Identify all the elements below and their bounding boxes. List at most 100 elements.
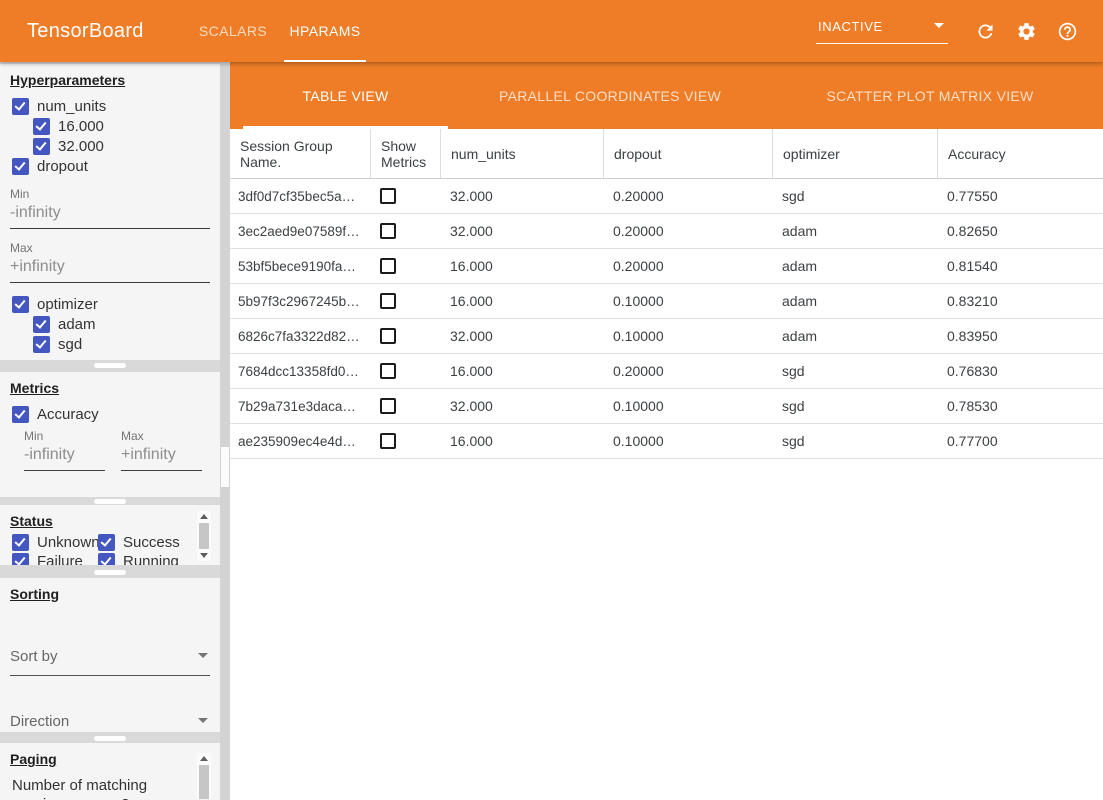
dropout-filter[interactable]: dropout	[12, 157, 220, 175]
accuracy-min-input[interactable]	[24, 443, 105, 471]
tab-table-view[interactable]: TABLE VIEW	[243, 62, 448, 129]
dropout-label: dropout	[37, 158, 88, 175]
sort-by-value: Sort by	[10, 648, 58, 665]
status-unknown-checkbox[interactable]	[12, 534, 29, 551]
cell-num-units: 16.000	[440, 258, 603, 274]
scroll-down-icon[interactable]	[200, 553, 208, 558]
column-header-dropout[interactable]: dropout	[603, 129, 772, 178]
pane-resize-handle[interactable]	[94, 736, 126, 741]
nav-tab-hparams[interactable]: HPARAMS	[280, 0, 370, 62]
sidebar-scrollbar[interactable]	[220, 64, 230, 800]
cell-dropout: 0.10000	[603, 398, 772, 414]
show-metrics-checkbox[interactable]	[380, 328, 396, 344]
table-header-row: Session Group Name. Show Metrics num_uni…	[230, 129, 1103, 179]
dropout-min-input[interactable]	[10, 201, 210, 229]
cell-accuracy: 0.83950	[937, 328, 1103, 344]
pane-resize-handle[interactable]	[94, 363, 126, 368]
accuracy-max-input[interactable]	[121, 443, 202, 471]
status-scrollbar[interactable]	[197, 511, 211, 561]
optimizer-filter[interactable]: optimizer	[12, 295, 220, 313]
status-failure-filter[interactable]: Failure	[12, 552, 98, 565]
show-metrics-checkbox[interactable]	[380, 293, 396, 309]
dropout-min-label: Min	[10, 187, 210, 201]
num-units-16-label: 16.000	[58, 118, 104, 135]
pane-resize-handle[interactable]	[94, 499, 126, 504]
cell-accuracy: 0.83210	[937, 293, 1103, 309]
num-units-16-checkbox[interactable]	[33, 118, 50, 135]
status-running-filter[interactable]: Running	[98, 552, 202, 565]
accuracy-filter[interactable]: Accuracy	[12, 405, 220, 423]
optimizer-checkbox[interactable]	[12, 296, 29, 313]
column-header-show-metrics[interactable]: Show Metrics	[370, 129, 440, 178]
num-units-32-checkbox[interactable]	[33, 138, 50, 155]
table-row: 3df0d7cf35bec5a… 32.000 0.20000 sgd 0.77…	[230, 179, 1103, 214]
cell-dropout: 0.20000	[603, 258, 772, 274]
show-metrics-checkbox[interactable]	[380, 363, 396, 379]
refresh-button[interactable]	[973, 19, 997, 43]
cell-session-group-name: 5b97f3c2967245b…	[230, 294, 370, 309]
scroll-up-icon[interactable]	[200, 756, 208, 761]
tab-scatter-plot-matrix-view[interactable]: SCATTER PLOT MATRIX VIEW	[820, 62, 1040, 129]
num-units-filter[interactable]: num_units	[12, 97, 220, 115]
optimizer-sgd-checkbox[interactable]	[33, 336, 50, 353]
status-running-label: Running	[123, 553, 179, 566]
scrollbar-thumb[interactable]	[221, 447, 229, 487]
show-metrics-checkbox[interactable]	[380, 398, 396, 414]
column-header-num-units[interactable]: num_units	[440, 129, 603, 178]
optimizer-adam-filter[interactable]: adam	[33, 315, 220, 333]
cell-num-units: 16.000	[440, 293, 603, 309]
app-title: TensorBoard	[27, 20, 144, 43]
refresh-icon	[975, 21, 996, 42]
help-button[interactable]	[1055, 19, 1079, 43]
num-units-value-16-filter[interactable]: 16.000	[33, 117, 220, 135]
status-failure-label: Failure	[37, 553, 83, 566]
settings-button[interactable]	[1014, 19, 1038, 43]
nav-tab-scalars[interactable]: SCALARS	[186, 0, 280, 62]
cell-optimizer: adam	[772, 328, 937, 344]
cell-session-group-name: 7b29a731e3daca…	[230, 399, 370, 414]
scroll-up-icon[interactable]	[200, 514, 208, 519]
show-metrics-checkbox[interactable]	[380, 258, 396, 274]
scrollbar-thumb[interactable]	[199, 765, 209, 799]
status-running-checkbox[interactable]	[98, 553, 115, 566]
show-metrics-checkbox[interactable]	[380, 188, 396, 204]
cell-dropout: 0.20000	[603, 188, 772, 204]
num-units-checkbox[interactable]	[12, 98, 29, 115]
scrollbar-thumb[interactable]	[199, 523, 209, 549]
column-header-accuracy[interactable]: Accuracy	[937, 129, 1103, 178]
status-success-filter[interactable]: Success	[98, 533, 202, 551]
cell-dropout: 0.10000	[603, 328, 772, 344]
top-nav-tabs: SCALARS HPARAMS	[186, 0, 370, 62]
direction-select[interactable]: Direction	[10, 709, 210, 732]
status-panel: Status Unknown Success Failure Running	[0, 505, 220, 565]
table-row: 5b97f3c2967245b… 16.000 0.10000 adam 0.8…	[230, 284, 1103, 319]
dropout-max-input[interactable]	[10, 255, 210, 283]
paging-scrollbar[interactable]	[197, 753, 211, 799]
column-header-optimizer[interactable]: optimizer	[772, 129, 937, 178]
num-units-value-32-filter[interactable]: 32.000	[33, 137, 220, 155]
cell-session-group-name: 7684dcc13358fd0…	[230, 364, 370, 379]
sorting-panel: Sorting Sort by Direction	[0, 578, 220, 732]
pane-resize-handle[interactable]	[94, 570, 126, 575]
optimizer-adam-checkbox[interactable]	[33, 316, 50, 333]
optimizer-sgd-filter[interactable]: sgd	[33, 335, 220, 353]
status-title: Status	[10, 513, 220, 529]
status-success-checkbox[interactable]	[98, 534, 115, 551]
status-mode-select[interactable]: INACTIVE	[816, 19, 948, 44]
header-toolbar: INACTIVE	[816, 0, 1079, 62]
accuracy-checkbox[interactable]	[12, 406, 29, 423]
show-metrics-checkbox[interactable]	[380, 223, 396, 239]
status-unknown-filter[interactable]: Unknown	[12, 533, 98, 551]
dropout-checkbox[interactable]	[12, 158, 29, 175]
table-row: 3ec2aed9e07589f… 32.000 0.20000 adam 0.8…	[230, 214, 1103, 249]
column-header-session-group-name[interactable]: Session Group Name.	[230, 129, 370, 178]
sort-by-select[interactable]: Sort by	[10, 644, 210, 676]
cell-optimizer: sgd	[772, 188, 937, 204]
cell-optimizer: sgd	[772, 398, 937, 414]
status-failure-checkbox[interactable]	[12, 553, 29, 566]
cell-accuracy: 0.77700	[937, 433, 1103, 449]
cell-num-units: 16.000	[440, 433, 603, 449]
cell-num-units: 32.000	[440, 223, 603, 239]
tab-parallel-coordinates-view[interactable]: PARALLEL COORDINATES VIEW	[495, 62, 725, 129]
show-metrics-checkbox[interactable]	[380, 433, 396, 449]
